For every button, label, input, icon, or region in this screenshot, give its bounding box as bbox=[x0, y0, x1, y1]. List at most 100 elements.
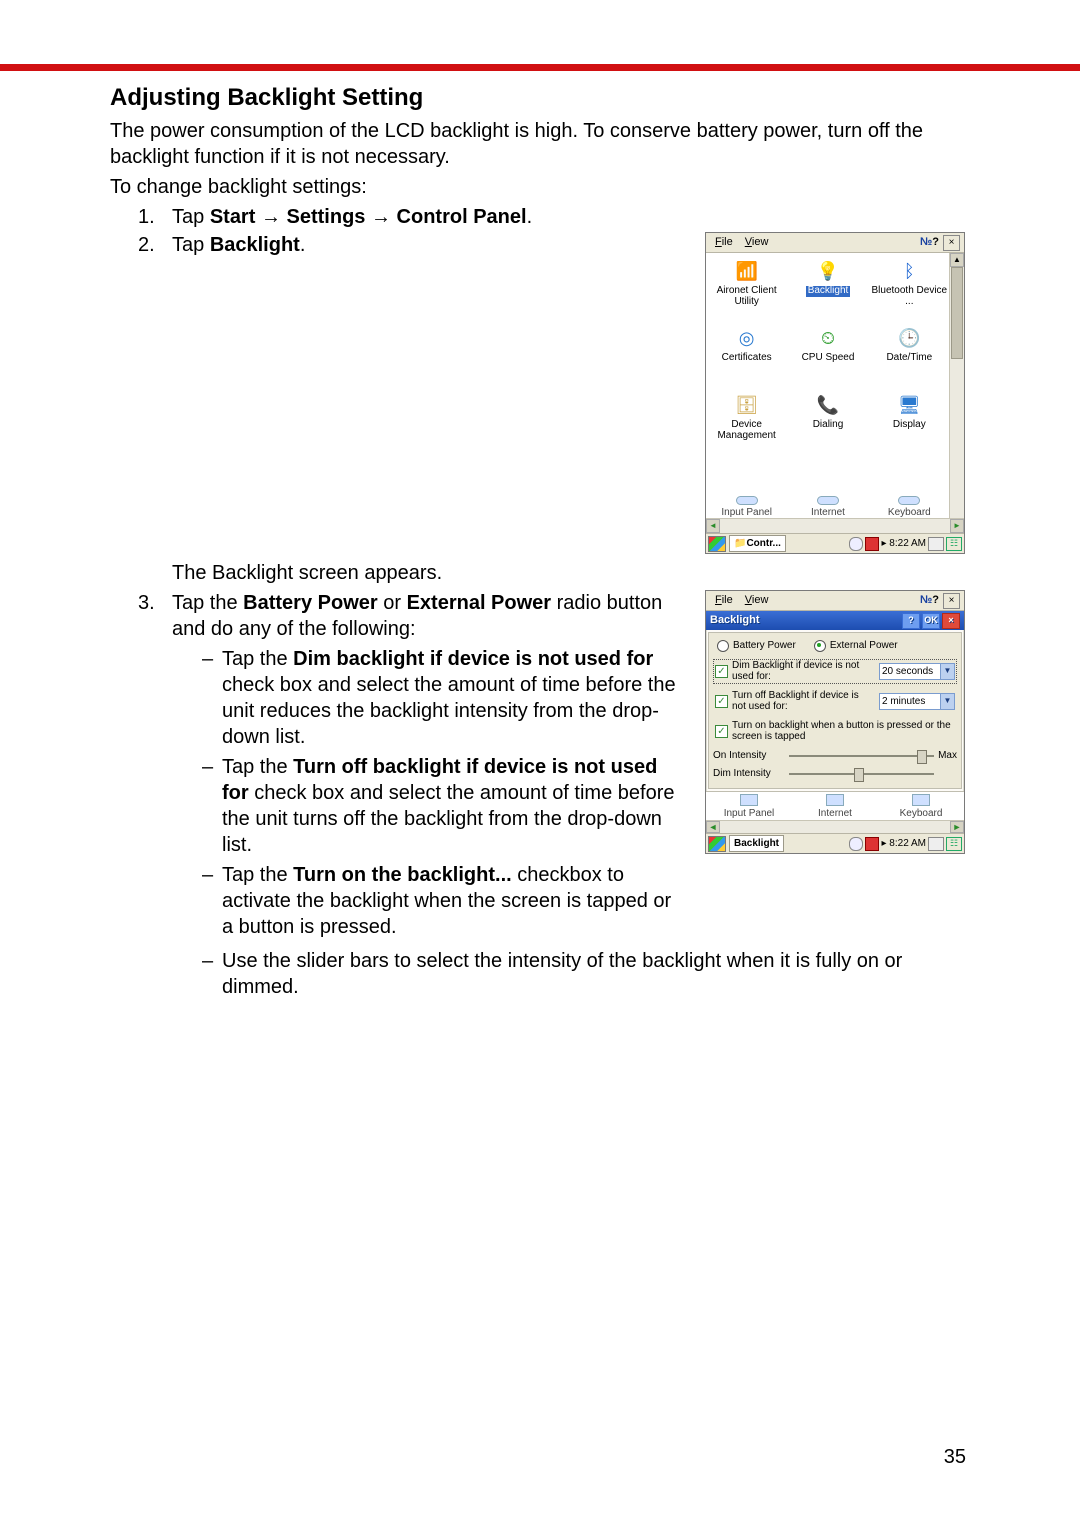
sub-bullets: Tap the Dim backlight if device is not u… bbox=[172, 646, 687, 940]
desktop-icon[interactable]: ☷ bbox=[946, 837, 962, 851]
cp-item-keyboard[interactable]: Keyboard bbox=[869, 496, 950, 519]
inputpanel-icon bbox=[740, 794, 758, 806]
desktop-icon[interactable]: ☷ bbox=[946, 537, 962, 551]
bl-menubar: File View №? × bbox=[706, 591, 964, 611]
scroll-up-icon[interactable]: ▲ bbox=[950, 253, 964, 267]
menu-file[interactable]: File bbox=[710, 592, 738, 608]
bl-title-text: Backlight bbox=[710, 613, 760, 627]
bl-titlebar: Backlight ? OK × bbox=[706, 611, 964, 630]
bl-taskbar: Backlight ▸ 8:22 AM ☷ bbox=[706, 833, 964, 853]
screenshot-backlight: File View №? × Backlight ? bbox=[705, 590, 965, 854]
sip-icon[interactable] bbox=[928, 837, 944, 851]
inputpanel-icon bbox=[736, 496, 758, 505]
steps-list: 1. Tap Start → Settings → Control Panel.… bbox=[110, 204, 965, 1000]
menu-view[interactable]: View bbox=[740, 592, 774, 608]
page-number: 35 bbox=[944, 1446, 966, 1469]
cp-item-internet[interactable]: Internet bbox=[787, 496, 868, 519]
cp-menubar: File View №? × bbox=[706, 233, 964, 253]
bl-ok-button[interactable]: OK bbox=[922, 613, 940, 629]
bl-horiz-scrollbar[interactable]: ◄► bbox=[706, 820, 964, 833]
label-dim-intensity: Dim Intensity bbox=[713, 767, 785, 780]
cp-item-certificates[interactable]: ◎Certificates bbox=[706, 320, 787, 387]
scroll-thumb[interactable] bbox=[951, 267, 963, 359]
close-icon[interactable]: × bbox=[943, 235, 960, 251]
cp-item-datetime[interactable]: 🕒Date/Time bbox=[869, 320, 950, 387]
internet-icon bbox=[826, 794, 844, 806]
row-on-backlight: ✓ Turn on backlight when a button is pre… bbox=[713, 719, 957, 744]
cp-item-input-panel[interactable]: Input Panel bbox=[706, 496, 787, 519]
certificates-icon: ◎ bbox=[734, 326, 760, 350]
screenshot-control-panel: File View №? × 📶Aironet Client Utility 💡… bbox=[705, 232, 965, 554]
keyboard-icon bbox=[912, 794, 930, 806]
keyboard-icon bbox=[898, 496, 920, 505]
cp-item-display[interactable]: 🖥Display bbox=[869, 387, 950, 454]
scroll-right-icon[interactable]: ► bbox=[950, 519, 964, 533]
checkbox-dim[interactable]: ✓ bbox=[715, 665, 728, 678]
radio-external-power[interactable]: External Power bbox=[814, 639, 898, 652]
step-3: 3. Tap the Battery Power or External Pow… bbox=[138, 590, 965, 1000]
cp-row4-peek: Input Panel Internet Keyboard bbox=[706, 496, 950, 519]
cp-item-dialing[interactable]: 📞Dialing bbox=[787, 387, 868, 454]
start-button[interactable] bbox=[708, 836, 726, 852]
intro-paragraph: The power consumption of the LCD backlig… bbox=[110, 118, 965, 170]
label-on-intensity: On Intensity bbox=[713, 749, 785, 762]
tray-flag-icon[interactable] bbox=[865, 837, 879, 851]
label-on: Turn on backlight when a button is press… bbox=[732, 721, 955, 742]
tray-connection-icon[interactable] bbox=[849, 537, 863, 551]
sip-icon[interactable] bbox=[928, 537, 944, 551]
radio-battery-power[interactable]: Battery Power bbox=[717, 639, 796, 652]
bullet-dim: Tap the Dim backlight if device is not u… bbox=[202, 646, 687, 750]
bluetooth-icon: ᛒ bbox=[896, 259, 922, 283]
slider-dim-intensity-row: Dim Intensity Max bbox=[713, 767, 957, 780]
cp-vert-scrollbar[interactable]: ▲ ▼ bbox=[949, 253, 964, 533]
bl-help-button[interactable]: ? bbox=[902, 613, 920, 629]
slider-dim-intensity[interactable] bbox=[789, 768, 934, 780]
row-dim-backlight: ✓ Dim Backlight if device is not used fo… bbox=[713, 659, 957, 684]
slider-on-intensity[interactable] bbox=[789, 750, 934, 762]
menu-file[interactable]: File bbox=[710, 234, 738, 250]
bl-radios: Battery Power External Power bbox=[713, 637, 957, 654]
checkbox-off[interactable]: ✓ bbox=[715, 695, 728, 708]
step-2: 2. Tap Backlight. File View №? bbox=[138, 232, 965, 554]
close-icon[interactable]: × bbox=[943, 593, 960, 609]
system-tray: ▸ 8:22 AM ☷ bbox=[849, 537, 962, 551]
section-heading: Adjusting Backlight Setting bbox=[110, 84, 965, 112]
scroll-left-icon[interactable]: ◄ bbox=[706, 519, 720, 533]
help-icon[interactable]: №? bbox=[918, 235, 941, 249]
tray-clock: ▸ 8:22 AM bbox=[881, 537, 926, 550]
mid-paragraph: The Backlight screen appears. bbox=[172, 560, 965, 586]
dropdown-dim-time[interactable]: 20 seconds▼ bbox=[879, 663, 955, 680]
help-icon[interactable]: №? bbox=[918, 593, 941, 607]
taskbar-app-button[interactable]: 📁 Contr... bbox=[729, 535, 786, 552]
header-red-stripe bbox=[0, 64, 1080, 71]
slider-thumb[interactable] bbox=[854, 768, 864, 782]
taskbar-app-button[interactable]: Backlight bbox=[729, 835, 784, 852]
chevron-down-icon: ▼ bbox=[940, 664, 954, 679]
tray-connection-icon[interactable] bbox=[849, 837, 863, 851]
cp-horiz-scrollbar[interactable]: ◄ ► bbox=[706, 518, 964, 533]
cp-body: 📶Aironet Client Utility 💡Backlight ᛒBlue… bbox=[706, 253, 964, 533]
tray-flag-icon[interactable] bbox=[865, 537, 879, 551]
slider-thumb[interactable] bbox=[917, 750, 927, 764]
scroll-right-icon[interactable]: ► bbox=[950, 821, 964, 833]
checkbox-on[interactable]: ✓ bbox=[715, 725, 728, 738]
bl-close-button[interactable]: × bbox=[942, 613, 960, 629]
internet-icon bbox=[817, 496, 839, 505]
start-button[interactable] bbox=[708, 536, 726, 552]
scroll-left-icon[interactable]: ◄ bbox=[706, 821, 720, 833]
label-off: Turn off Backlight if device is not used… bbox=[732, 691, 875, 712]
cp-item-device-mgmt[interactable]: 🗄Device Management bbox=[706, 387, 787, 454]
lead-in-paragraph: To change backlight settings: bbox=[110, 174, 965, 200]
backlight-icon: 💡 bbox=[815, 259, 841, 283]
bl-bg-icons: Input Panel Internet Keyboard bbox=[706, 791, 964, 820]
cp-item-cpuspeed[interactable]: ⏲CPU Speed bbox=[787, 320, 868, 387]
cp-item-backlight[interactable]: 💡Backlight bbox=[787, 253, 868, 320]
tray-clock: ▸ 8:22 AM bbox=[881, 837, 926, 850]
cp-item-bluetooth[interactable]: ᛒBluetooth Device ... bbox=[869, 253, 950, 320]
cp-taskbar: 📁 Contr... ▸ 8:22 AM ☷ bbox=[706, 533, 964, 553]
dropdown-off-time[interactable]: 2 minutes▼ bbox=[879, 693, 955, 710]
menu-view[interactable]: View bbox=[740, 234, 774, 250]
bullet-sliders: Use the slider bars to select the intens… bbox=[202, 948, 965, 1000]
step-1: 1. Tap Start → Settings → Control Panel. bbox=[138, 204, 965, 230]
cp-item-aironet[interactable]: 📶Aironet Client Utility bbox=[706, 253, 787, 320]
